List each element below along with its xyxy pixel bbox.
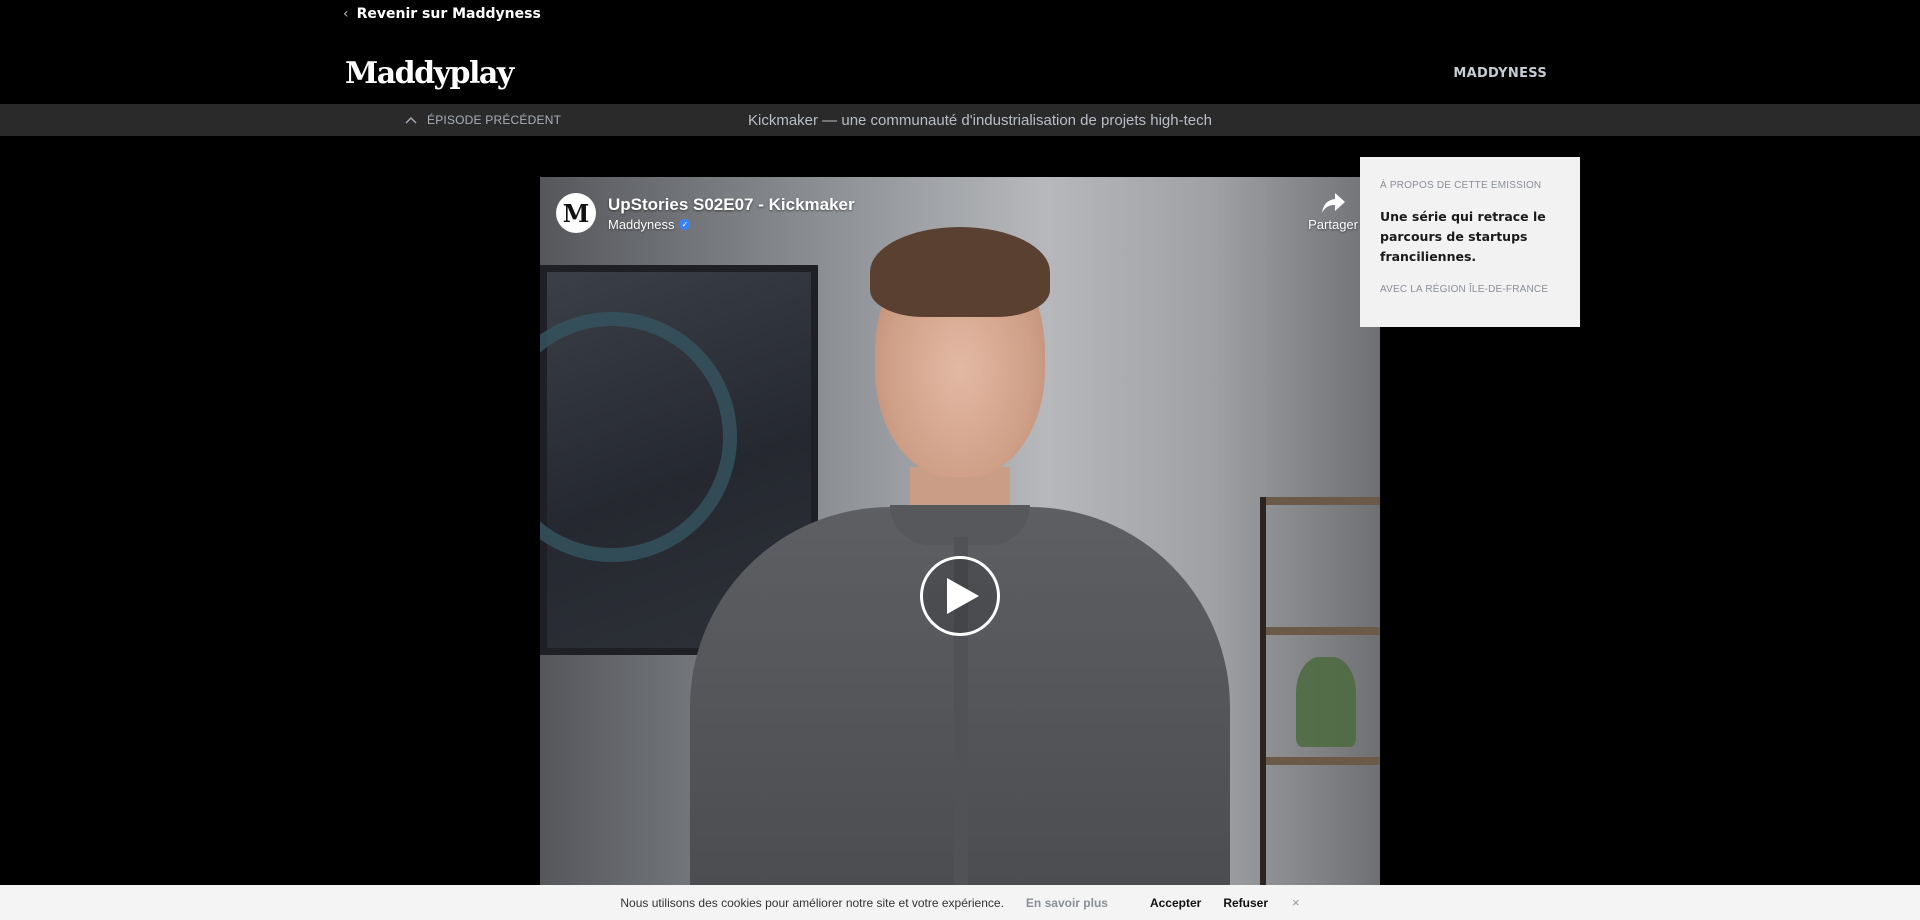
about-eyebrow: À PROPOS DE CETTE EMISSION	[1380, 180, 1542, 191]
cookie-learn-more-link[interactable]: En savoir plus	[1026, 896, 1108, 910]
verified-icon: ✓	[679, 218, 691, 230]
previous-episode-button[interactable]: ÉPISODE PRÉCÉDENT	[405, 104, 561, 136]
close-icon[interactable]: ×	[1292, 895, 1300, 910]
play-icon	[947, 578, 979, 614]
previous-episode-label: ÉPISODE PRÉCÉDENT	[427, 113, 562, 127]
cookie-refuse-button[interactable]: Refuser	[1223, 896, 1268, 910]
play-button[interactable]	[920, 556, 1000, 636]
channel-name[interactable]: Maddyness	[608, 217, 674, 232]
about-description: Une série qui retrace le parcours de sta…	[1380, 209, 1546, 264]
cookie-message: Nous utilisons des cookies pour améliore…	[620, 895, 1004, 910]
video-title[interactable]: UpStories S02E07 - Kickmaker	[608, 195, 855, 215]
episode-bar: ÉPISODE PRÉCÉDENT Kickmaker — une commun…	[0, 104, 1920, 136]
video-player[interactable]: M UpStories S02E07 - Kickmaker Maddyness…	[540, 177, 1380, 887]
about-show-card: À PROPOS DE CETTE EMISSION Une série qui…	[1360, 157, 1580, 327]
share-button[interactable]: Partager	[1308, 191, 1358, 232]
cookie-accept-button[interactable]: Accepter	[1150, 896, 1201, 910]
channel-avatar[interactable]: M	[556, 193, 596, 233]
maddyness-nav-link[interactable]: MADDYNESS	[1453, 66, 1547, 81]
cookie-banner: Nous utilisons des cookies pour améliore…	[0, 885, 1920, 920]
chevron-up-icon	[405, 117, 417, 124]
chevron-left-icon: ‹	[343, 6, 349, 22]
current-episode-title: Kickmaker — une communauté d'industriali…	[748, 111, 1212, 129]
share-icon	[1322, 193, 1346, 213]
share-label: Partager	[1308, 217, 1358, 232]
video-background-shelf	[1260, 497, 1380, 887]
about-partner: AVEC LA RÉGION ÎLE-DE-FRANCE	[1380, 284, 1549, 295]
video-header: M UpStories S02E07 - Kickmaker Maddyness…	[556, 193, 855, 233]
back-to-maddyness-link[interactable]: ‹ Revenir sur Maddyness	[343, 6, 541, 22]
back-link-label: Revenir sur Maddyness	[356, 6, 541, 22]
maddyplay-logo[interactable]: Maddyplay	[345, 56, 514, 91]
